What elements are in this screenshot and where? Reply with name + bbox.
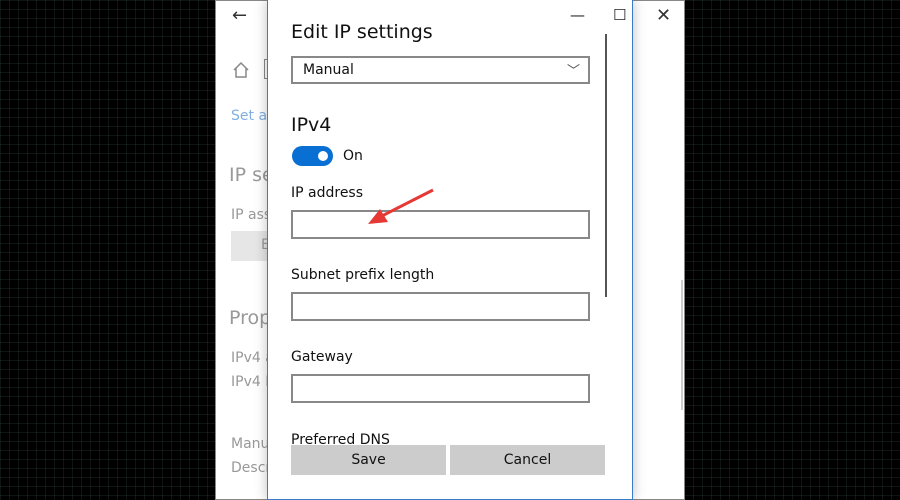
- dialog-title: Edit IP settings: [291, 21, 433, 43]
- bg-heading-properties: Prop: [229, 307, 272, 329]
- back-button[interactable]: ←: [232, 5, 247, 26]
- edit-ip-dialog: Edit IP settings — ☐ Manual ﹀ IPv4 On IP …: [267, 0, 633, 500]
- minimize-button[interactable]: —: [570, 6, 585, 24]
- settings-scrollbar[interactable]: [681, 280, 683, 410]
- maximize-button[interactable]: ☐: [613, 6, 626, 24]
- home-icon[interactable]: [232, 61, 250, 79]
- ipv4-toggle[interactable]: [292, 146, 333, 166]
- ip-mode-dropdown[interactable]: Manual ﹀: [291, 56, 590, 84]
- dialog-scrollbar[interactable]: [605, 34, 607, 297]
- subnet-label: Subnet prefix length: [291, 267, 435, 283]
- red-arrow-annotation: [368, 188, 434, 224]
- dropdown-value: Manual: [303, 62, 354, 78]
- window-close-button[interactable]: ✕: [656, 5, 671, 26]
- gateway-label: Gateway: [291, 349, 353, 365]
- toggle-state-label: On: [343, 148, 363, 164]
- ip-address-input[interactable]: [291, 210, 590, 239]
- cancel-button[interactable]: Cancel: [450, 445, 605, 475]
- gateway-input[interactable]: [291, 374, 590, 403]
- ipv4-heading: IPv4: [291, 114, 332, 136]
- subnet-input[interactable]: [291, 292, 590, 321]
- chevron-down-icon: ﹀: [566, 64, 580, 79]
- ip-address-label: IP address: [291, 185, 364, 201]
- bg-text: Manu: [231, 436, 270, 452]
- save-button[interactable]: Save: [291, 445, 446, 475]
